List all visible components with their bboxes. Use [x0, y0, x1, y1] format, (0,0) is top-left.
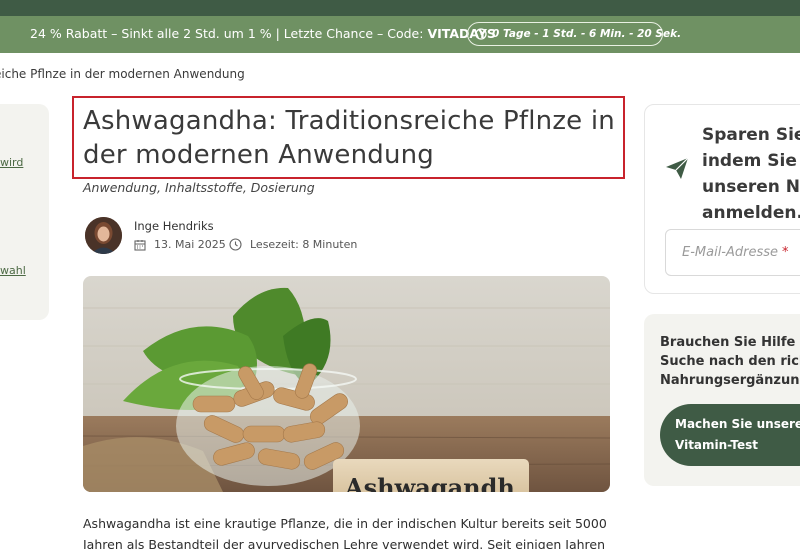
cta-line: Vitamin-Test: [675, 438, 759, 452]
article-intro: Ashwagandha ist eine krautige Pflanze, d…: [83, 516, 607, 549]
date-text: 13. Mai 2025: [154, 238, 226, 251]
email-field[interactable]: E-Mail-Adresse *: [665, 229, 800, 276]
required-mark: *: [782, 245, 789, 260]
help-text: Brauchen Sie Hilfe be Suche nach den ric…: [660, 333, 800, 390]
email-placeholder: E-Mail-Adresse: [682, 245, 779, 260]
promo-message: 24 % Rabatt – Sinkt alle 2 Std. um 1 % |…: [30, 26, 428, 41]
help-line: Brauchen Sie Hilfe be: [660, 335, 800, 350]
help-line: Suche nach den rich: [660, 354, 800, 369]
breadcrumb[interactable]: eiche Pflnze in der modernen Anwendung: [0, 67, 245, 81]
article-subtitle: Anwendung, Inhaltsstoffe, Dosierung: [83, 180, 315, 195]
cta-line: Machen Sie unseren: [675, 417, 800, 431]
paper-plane-icon: [666, 157, 689, 179]
clock-icon: [229, 238, 242, 251]
calendar-icon: [134, 239, 146, 251]
author-name[interactable]: Inge Hendriks: [134, 219, 214, 233]
hero-image-label: Ashwagandh: [344, 473, 515, 492]
hero-image: Ashwagandh: [83, 276, 610, 492]
toc-link[interactable]: wird: [0, 156, 23, 169]
publish-date: 13. Mai 2025: [134, 238, 226, 251]
top-strip: [0, 0, 800, 16]
newsletter-line: anmelden.: [702, 203, 800, 223]
page-title: Ashwagandha: Traditionsreiche Pflnze in …: [83, 106, 615, 170]
clock-icon: [475, 28, 487, 40]
promo-text: 24 % Rabatt – Sinkt alle 2 Std. um 1 % |…: [30, 26, 496, 41]
reading-time: Lesezeit: 8 Minuten: [229, 238, 357, 251]
help-line: Nahrungsergänzungs: [660, 373, 800, 388]
countdown-timer: 0 Tage - 1 Std. - 6 Min. - 20 Sek.: [467, 22, 681, 46]
reading-time-text: Lesezeit: 8 Minuten: [250, 238, 358, 251]
promo-bar: 24 % Rabatt – Sinkt alle 2 Std. um 1 % |…: [0, 16, 800, 53]
author-avatar[interactable]: [85, 217, 122, 254]
newsletter-line: unseren New: [702, 177, 800, 197]
vitamin-test-button[interactable]: Machen Sie unseren Vitamin-Test: [660, 404, 800, 466]
table-of-contents-card: [0, 104, 49, 320]
newsletter-line: indem Sie sic: [702, 151, 800, 171]
countdown-text: 0 Tage - 1 Std. - 6 Min. - 20 Sek.: [492, 28, 682, 40]
newsletter-text: Sparen Sie 10 indem Sie sic unseren New …: [702, 122, 800, 226]
toc-link[interactable]: wahl: [0, 264, 26, 277]
newsletter-line: Sparen Sie 10: [702, 125, 800, 145]
